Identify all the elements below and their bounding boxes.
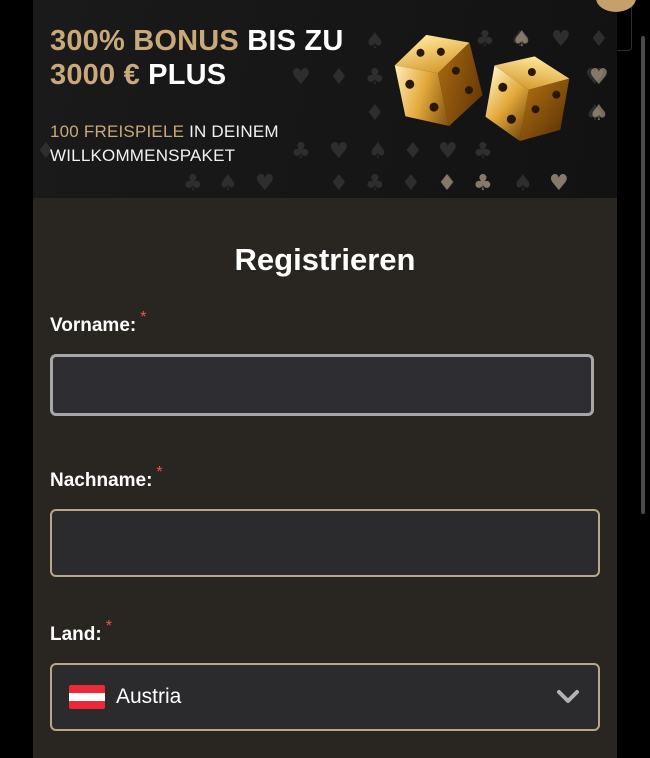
svg-text:♣: ♣	[473, 171, 493, 196]
svg-text:♦: ♦	[365, 101, 385, 126]
promo-welcome-package: WILLKOMMENSPAKET	[50, 146, 236, 165]
svg-text:♣: ♣	[291, 139, 311, 164]
promo-title-amount: 3000 €	[50, 59, 140, 91]
last-name-label: Nachname: *	[50, 464, 163, 492]
promo-freespins: 100 FREISPIELE	[50, 122, 185, 141]
country-label-text: Land:	[50, 624, 102, 645]
svg-text:♥: ♥	[255, 171, 275, 196]
austria-flag-icon	[69, 685, 105, 709]
svg-text:♦: ♦	[589, 27, 609, 52]
svg-text:♥: ♥	[589, 65, 609, 90]
svg-text:♦: ♦	[329, 171, 349, 196]
last-name-input[interactable]	[50, 509, 600, 577]
promo-in-your: IN DEINEM	[189, 122, 279, 141]
svg-text:♠: ♠	[218, 171, 238, 196]
first-name-label-text: Vorname:	[50, 315, 137, 336]
svg-text:♠: ♠	[513, 171, 533, 196]
svg-text:♠: ♠	[365, 29, 385, 54]
last-name-label-text: Nachname:	[50, 470, 153, 491]
country-label: Land: *	[50, 618, 112, 646]
promo-title-bonus: 300% BONUS	[50, 25, 239, 57]
svg-text:♦: ♦	[437, 171, 457, 196]
svg-text:♥: ♥	[549, 171, 569, 196]
required-marker: *	[156, 464, 163, 481]
svg-text:♦: ♦	[401, 171, 421, 196]
required-marker: *	[140, 309, 147, 326]
promo-title-upto: BIS ZU	[247, 25, 344, 57]
golden-dice-icon	[394, 34, 570, 142]
chevron-down-icon[interactable]	[556, 689, 580, 705]
svg-text:♣: ♣	[183, 171, 203, 196]
svg-text:♣: ♣	[365, 171, 385, 196]
svg-text:♣: ♣	[365, 65, 385, 90]
promo-banner: ♠ ♣ ♠ ♥ ♦ ♥ ♦ ♣ ♥ ♦ ♠ ♣ ♥ ♠ ♦ ♥ ♣ ♣ ♠ ♥	[33, 0, 617, 198]
required-marker: *	[105, 618, 112, 635]
registration-modal: ♠ ♣ ♠ ♥ ♦ ♥ ♦ ♣ ♥ ♦ ♠ ♣ ♥ ♠ ♦ ♥ ♣ ♣ ♠ ♥	[33, 0, 617, 758]
promo-title: 300% BONUS BIS ZU 3000 € PLUS	[50, 24, 344, 92]
svg-text:♥: ♥	[329, 139, 349, 164]
first-name-input[interactable]	[50, 354, 594, 416]
registration-form: Registrieren Vorname: * Nachname: * Land: *…	[33, 198, 617, 758]
scrollbar-thumb[interactable]	[641, 36, 645, 514]
svg-text:♠: ♠	[589, 101, 609, 126]
form-title: Registrieren	[234, 242, 416, 277]
promo-title-plus: PLUS	[148, 59, 227, 91]
promo-subtitle: 100 FREISPIELE IN DEINEM WILLKOMMENSPAKE…	[50, 120, 279, 168]
country-select-value: Austria	[116, 685, 182, 708]
country-select[interactable]: Austria	[50, 663, 600, 731]
first-name-label: Vorname: *	[50, 309, 146, 337]
